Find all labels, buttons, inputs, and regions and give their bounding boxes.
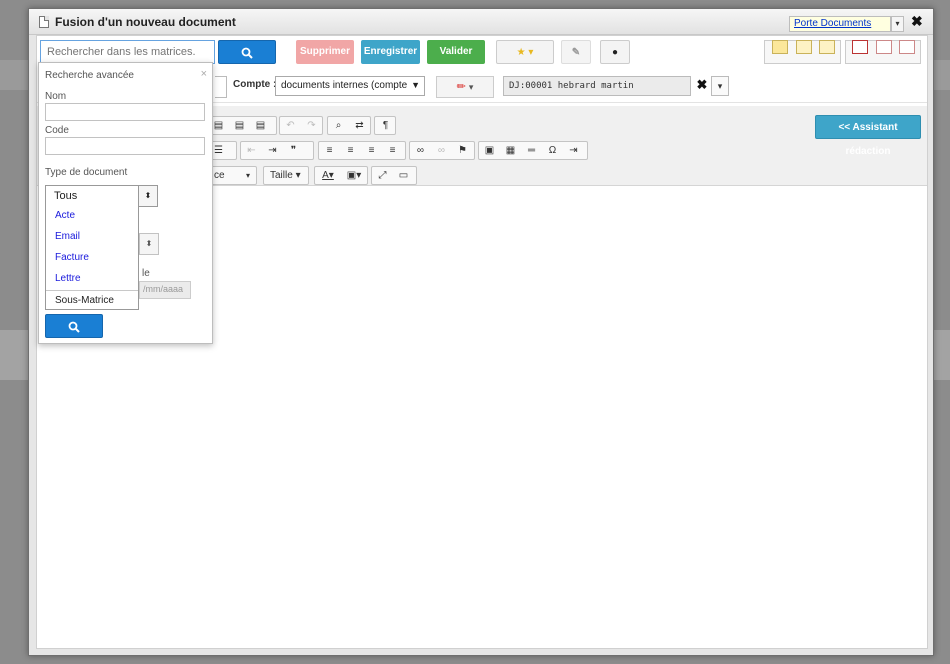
font-select[interactable]: ce ▾	[207, 166, 257, 185]
date-field[interactable]: /mm/aaaa	[139, 281, 191, 299]
option-lettre[interactable]: Lettre	[46, 269, 138, 290]
name-field[interactable]	[45, 103, 205, 121]
document-type-select[interactable]: Tous ⬍	[45, 185, 158, 207]
code-field[interactable]	[45, 137, 205, 155]
search-icon	[68, 321, 80, 333]
horizontal-rule-icon[interactable]: ═	[521, 142, 542, 159]
note-icon[interactable]	[796, 40, 812, 54]
edit-note-button[interactable]: ✎	[561, 40, 591, 64]
code-label: Code	[45, 125, 69, 136]
option-email[interactable]: Email	[46, 227, 138, 248]
document-type-options: Acte Email Facture Lettre Sous-Matrice	[45, 206, 139, 310]
save-button[interactable]: Enregistrer	[361, 40, 420, 64]
show-blocks-icon[interactable]: ¶	[375, 117, 396, 134]
insert-group: ▣ ▦ ═ Ω ⇥	[478, 141, 588, 160]
account-label: Compte :	[233, 79, 277, 90]
document-type-label: Type de document	[45, 167, 128, 178]
dialog-titlebar: Fusion d'un nouveau document Porte Docum…	[29, 9, 933, 35]
advanced-search-title: Recherche avancée	[45, 70, 134, 81]
delete-button[interactable]: Supprimer	[296, 40, 354, 64]
indent-group: ⇤ ⇥ ❞	[240, 141, 314, 160]
account-select[interactable]: documents internes (compte ▼	[275, 76, 425, 96]
align-right-icon[interactable]: ≡	[361, 142, 382, 159]
favorites-button[interactable]: ★ ▾	[496, 40, 554, 64]
dossier-dropdown[interactable]: ▾	[711, 76, 729, 96]
indent-icon[interactable]: ⇥	[262, 142, 283, 159]
justify-icon[interactable]: ≡	[382, 142, 403, 159]
hidden-field-edge[interactable]	[215, 76, 227, 98]
table-icon[interactable]: ▦	[500, 142, 521, 159]
add-note-icon[interactable]	[772, 40, 788, 54]
color-group: A▾ ▣▾	[314, 166, 368, 185]
blockquote-icon[interactable]: ❞	[283, 142, 304, 159]
find-icon[interactable]: ⌕	[328, 117, 349, 134]
pencil-dropdown-button[interactable]: ✏ ▾	[436, 76, 494, 98]
porte-documents-dropdown[interactable]: ▾	[891, 16, 904, 32]
link-group: ∞ ∞ ⚑	[409, 141, 475, 160]
validate-button[interactable]: Valider	[427, 40, 485, 64]
delete-task-icon[interactable]	[899, 40, 915, 54]
star-icon: ★ ▾	[516, 47, 534, 58]
dossier-field[interactable]: DJ:00001 hebrard martin	[503, 76, 691, 96]
find-group: ⌕ ⇄	[327, 116, 371, 135]
paste-word-icon[interactable]: ▤	[250, 117, 271, 134]
text-color-icon[interactable]: A▾	[315, 167, 341, 184]
align-group: ≡ ≡ ≡ ≡	[318, 141, 406, 160]
format-group: ¶	[374, 116, 396, 135]
page-break-icon[interactable]: ⇥	[563, 142, 584, 159]
size-select[interactable]: Taille ▾	[263, 166, 309, 185]
outdent-icon[interactable]: ⇤	[241, 142, 262, 159]
date-label-fragment: le	[142, 268, 150, 279]
delete-note-icon[interactable]	[819, 40, 835, 54]
name-label: Nom	[45, 91, 67, 102]
advanced-search-panel: Recherche avancée × Nom Code Type de doc…	[38, 62, 213, 344]
close-icon[interactable]: ×	[201, 68, 207, 80]
close-icon[interactable]: ✖	[911, 13, 923, 30]
search-icon	[241, 47, 253, 59]
option-facture[interactable]: Facture	[46, 248, 138, 269]
history-group: ↶ ↷	[279, 116, 323, 135]
assistant-redaction-button[interactable]: << Assistant rédaction	[815, 115, 921, 157]
align-left-icon[interactable]: ≡	[319, 142, 340, 159]
undo-icon[interactable]: ↶	[280, 117, 301, 134]
porte-documents-link[interactable]: Porte Documents	[789, 16, 891, 32]
pencil-icon: ✏	[456, 81, 466, 93]
dialog-title: Fusion d'un nouveau document	[55, 15, 236, 29]
font-select-value: ce	[214, 170, 225, 181]
matrix-search-input[interactable]	[40, 40, 215, 64]
option-sous-matrice[interactable]: Sous-Matrice	[46, 290, 138, 311]
omega-icon[interactable]: Ω	[542, 142, 563, 159]
document-icon	[39, 16, 49, 28]
microphone-button[interactable]: ●	[600, 40, 630, 64]
unlink-icon[interactable]: ∞	[431, 142, 452, 159]
add-task-icon[interactable]	[852, 40, 868, 54]
search-button[interactable]	[218, 40, 276, 64]
select-arrows-icon: ⬍	[138, 185, 158, 207]
redo-icon[interactable]: ↷	[301, 117, 322, 134]
preview-icon[interactable]: ▭	[393, 167, 414, 184]
advanced-search-button[interactable]	[45, 314, 103, 338]
task-icon[interactable]	[876, 40, 892, 54]
document-type-value: Tous	[54, 190, 78, 202]
background-color-icon[interactable]: ▣▾	[341, 167, 367, 184]
view-group: ⤢ ▭	[371, 166, 417, 185]
paste-text-icon[interactable]: ▤	[229, 117, 250, 134]
chevron-down-icon: ▼	[411, 80, 420, 90]
microphone-icon: ●	[611, 47, 619, 58]
replace-icon[interactable]: ⇄	[349, 117, 370, 134]
option-acte[interactable]: Acte	[46, 206, 138, 227]
clipboard-group: ▤ ▤ ▤	[207, 116, 277, 135]
image-icon[interactable]: ▣	[479, 142, 500, 159]
align-center-icon[interactable]: ≡	[340, 142, 361, 159]
secondary-select-arrow[interactable]: ⬍	[139, 233, 159, 255]
anchor-flag-icon[interactable]: ⚑	[452, 142, 473, 159]
maximize-icon[interactable]: ⤢	[372, 167, 393, 184]
clear-dossier-icon[interactable]: ✖	[693, 76, 711, 96]
link-icon[interactable]: ∞	[410, 142, 431, 159]
account-value: documents internes (compte	[281, 80, 408, 91]
